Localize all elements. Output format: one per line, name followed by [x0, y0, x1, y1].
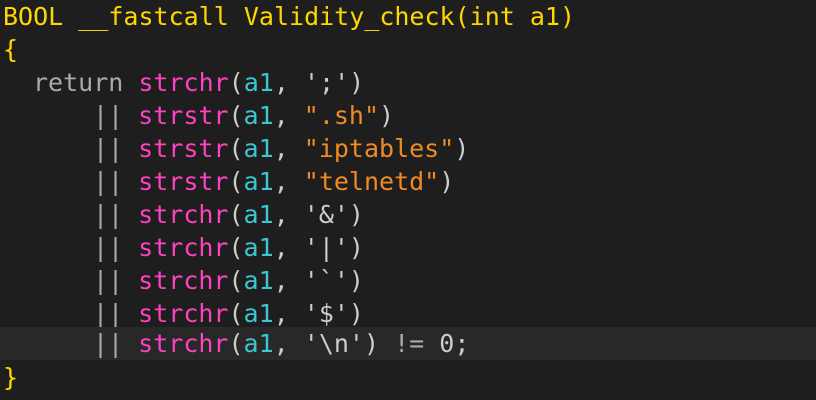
call-literal: '$'	[303, 299, 349, 328]
call-argument: a1	[243, 299, 274, 328]
code-line-current[interactable]: || strchr(a1, '\n') != 0;	[0, 327, 816, 360]
call-argument: a1	[243, 200, 274, 229]
call-literal: "telnetd"	[303, 167, 440, 196]
or-operator: ||	[93, 329, 124, 358]
code-line-open-brace[interactable]: {	[0, 33, 816, 66]
code-line-condition[interactable]: || strchr(a1, '|')	[0, 231, 816, 264]
code-line-condition[interactable]: || strstr(a1, ".sh")	[0, 99, 816, 132]
call-literal: '\n'	[303, 329, 364, 358]
call-argument: a1	[243, 167, 274, 196]
call-function: strchr	[138, 299, 229, 328]
call-function: strchr	[138, 200, 229, 229]
code-editor[interactable]: BOOL __fastcall Validity_check(int a1) {…	[0, 0, 816, 400]
call-literal: '`'	[303, 266, 349, 295]
comparison-operator: !=	[394, 329, 425, 358]
call-literal: ';'	[303, 68, 350, 97]
or-operator: ||	[93, 299, 124, 328]
signature-open-paren: (	[454, 2, 470, 31]
code-line-signature[interactable]: BOOL __fastcall Validity_check(int a1)	[0, 0, 816, 33]
call-literal: '&'	[303, 200, 349, 229]
code-line-close-brace[interactable]: }	[0, 361, 816, 394]
code-line-condition[interactable]: || strchr(a1, '&')	[0, 198, 816, 231]
return-type: BOOL	[3, 2, 64, 31]
call-argument: a1	[243, 233, 274, 262]
or-operator: ||	[93, 101, 124, 130]
call-argument: a1	[243, 134, 274, 163]
call-argument: a1	[243, 266, 274, 295]
call-literal: '|'	[303, 233, 349, 262]
function-name: Validity_check	[243, 2, 455, 31]
param-name: a1	[529, 2, 560, 31]
comparison-value: 0	[439, 329, 455, 358]
call-argument: a1	[243, 68, 274, 97]
or-operator: ||	[93, 200, 124, 229]
statement-terminator: ;	[454, 329, 470, 358]
code-line-condition[interactable]: || strstr(a1, "telnetd")	[0, 165, 816, 198]
or-operator: ||	[93, 134, 124, 163]
open-brace: {	[3, 35, 19, 64]
code-line-return[interactable]: return strchr(a1, ';')	[0, 66, 816, 99]
call-literal: ".sh"	[303, 101, 380, 130]
call-function: strchr	[138, 266, 229, 295]
close-brace: }	[3, 363, 19, 392]
return-keyword: return	[33, 68, 124, 97]
call-function: strchr	[138, 68, 229, 97]
or-operator: ||	[93, 266, 124, 295]
or-operator: ||	[93, 233, 124, 262]
code-line-condition[interactable]: || strstr(a1, "iptables")	[0, 132, 816, 165]
calling-convention: __fastcall	[78, 2, 229, 31]
signature-close-paren: )	[559, 2, 576, 31]
code-line-condition[interactable]: || strchr(a1, '`')	[0, 264, 816, 297]
call-function: strstr	[138, 134, 229, 163]
or-operator: ||	[93, 167, 124, 196]
call-function: strstr	[138, 167, 229, 196]
code-line-condition[interactable]: || strchr(a1, '$')	[0, 297, 816, 330]
call-function: strchr	[138, 329, 229, 358]
call-argument: a1	[243, 101, 274, 130]
call-function: strchr	[138, 233, 229, 262]
call-function: strstr	[138, 101, 229, 130]
param-type: int	[469, 2, 515, 31]
call-argument: a1	[243, 329, 274, 358]
call-literal: "iptables"	[303, 134, 455, 163]
